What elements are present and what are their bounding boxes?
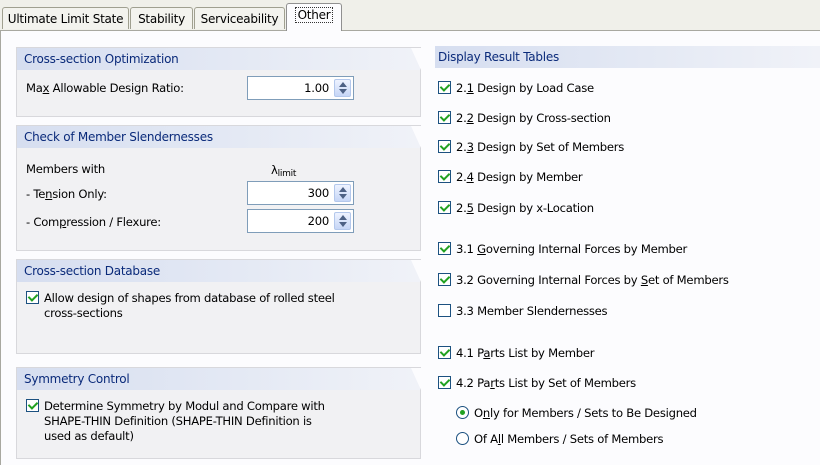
spinner-value: 300 — [307, 186, 330, 200]
tension-only-label: - Tension Only: — [26, 187, 107, 201]
checkbox-icon[interactable] — [438, 346, 451, 359]
checkbox-icon[interactable] — [438, 201, 451, 214]
tab-stability[interactable]: Stability — [130, 7, 193, 29]
group-title: Symmetry Control — [17, 368, 421, 390]
radio-icon[interactable] — [456, 406, 469, 419]
result-tables-title: Display Result Tables — [435, 46, 820, 68]
tab-label: Serviceability — [200, 12, 279, 26]
checkbox-icon[interactable] — [438, 376, 451, 389]
compression-flexure-label: - Compression / Flexure: — [26, 215, 161, 229]
max-design-ratio-label: Max Allowable Design Ratio: — [26, 81, 184, 95]
tab-other[interactable]: Other — [286, 3, 342, 31]
spinner-arrows-icon[interactable] — [334, 212, 351, 230]
tab-serviceability[interactable]: Serviceability — [194, 7, 285, 29]
group-member-slenderness: Check of Member Slendernesses Members wi… — [16, 125, 421, 251]
max-design-ratio-spinner[interactable]: 1.00 — [247, 76, 354, 100]
compression-limit-spinner[interactable]: 200 — [247, 209, 354, 233]
result-2-5[interactable]: 2.5 Design by x-Location — [438, 197, 594, 219]
checkbox-icon[interactable] — [438, 273, 451, 286]
tab-divider — [0, 30, 820, 31]
result-2-3[interactable]: 2.3 Design by Set of Members — [438, 136, 624, 158]
checkbox-icon[interactable] — [438, 170, 451, 183]
checkbox-icon[interactable] — [26, 291, 39, 304]
result-2-2[interactable]: 2.2 Design by Cross-section — [438, 107, 611, 129]
tab-ultimate-limit-state[interactable]: Ultimate Limit State — [2, 7, 129, 29]
tab-label: Ultimate Limit State — [7, 12, 124, 26]
symmetry-checkbox[interactable]: Determine Symmetry by Modul and Compare … — [26, 399, 325, 444]
group-cross-section-optimization: Cross-section Optimization Max Allowable… — [16, 47, 421, 117]
spinner-arrows-icon[interactable] — [334, 79, 351, 97]
spinner-value: 1.00 — [304, 81, 329, 95]
members-with-label: Members with — [26, 162, 106, 176]
radio-all-members[interactable]: Of All Members / Sets of Members — [456, 428, 664, 450]
group-title: Cross-section Database — [17, 260, 421, 282]
lambda-limit-header: λlimit — [271, 163, 297, 179]
checkbox-icon[interactable] — [438, 304, 451, 317]
group-cross-section-database: Cross-section Database Allow design of s… — [16, 259, 421, 354]
group-title: Cross-section Optimization — [17, 48, 421, 70]
radio-only-designed[interactable]: Only for Members / Sets to Be Designed — [456, 402, 697, 424]
result-2-4[interactable]: 2.4 Design by Member — [438, 166, 583, 188]
checkbox-icon[interactable] — [438, 111, 451, 124]
spinner-value: 200 — [307, 214, 330, 228]
checkbox-icon[interactable] — [438, 140, 451, 153]
tension-limit-spinner[interactable]: 300 — [247, 181, 354, 205]
checkbox-icon[interactable] — [438, 81, 451, 94]
result-2-1[interactable]: 2.1 Design by Load Case — [438, 77, 594, 99]
radio-icon[interactable] — [456, 432, 469, 445]
tab-label: Other — [294, 7, 334, 23]
allow-database-shapes-checkbox[interactable]: Allow design of shapes from database of … — [26, 291, 335, 321]
group-symmetry-control: Symmetry Control Determine Symmetry by M… — [16, 367, 421, 459]
result-3-3[interactable]: 3.3 Member Slendernesses — [438, 300, 608, 322]
result-4-2[interactable]: 4.2 Parts List by Set of Members — [438, 372, 636, 394]
result-3-2[interactable]: 3.2 Governing Internal Forces by Set of … — [438, 269, 729, 291]
tab-bar: Ultimate Limit State Stability Serviceab… — [0, 0, 820, 31]
result-3-1[interactable]: 3.1 Governing Internal Forces by Member — [438, 238, 687, 260]
checkbox-icon[interactable] — [438, 242, 451, 255]
tab-label: Stability — [138, 12, 185, 26]
group-title: Check of Member Slendernesses — [17, 126, 421, 148]
checkbox-icon[interactable] — [26, 399, 39, 412]
spinner-arrows-icon[interactable] — [334, 184, 351, 202]
result-4-1[interactable]: 4.1 Parts List by Member — [438, 342, 595, 364]
